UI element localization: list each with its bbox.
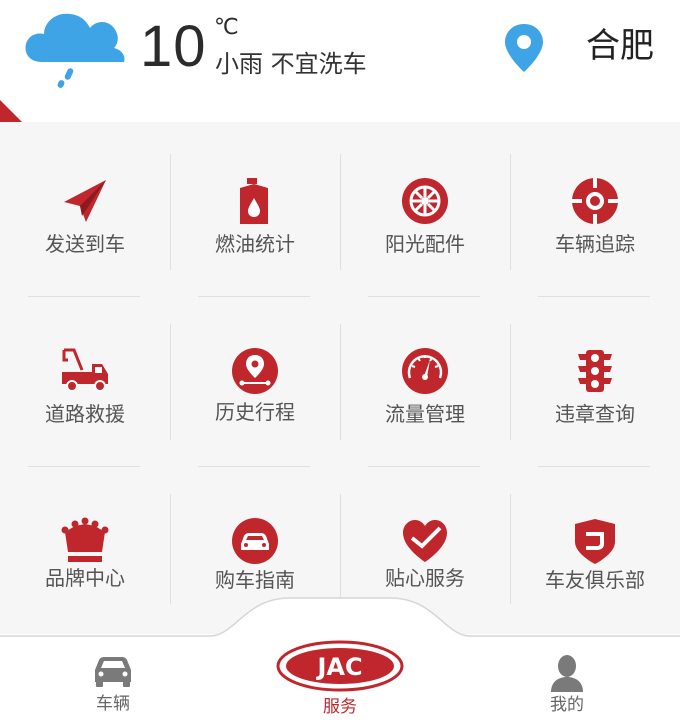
- route-pin-icon: [232, 348, 278, 394]
- nav-label: 服务: [323, 697, 357, 717]
- nav-label: 我的: [550, 695, 584, 715]
- target-icon: [572, 178, 618, 224]
- rain-cloud-icon: [25, 13, 125, 88]
- service-label: 发送到车: [45, 232, 125, 256]
- service-violation-query[interactable]: 违章查询: [510, 302, 680, 472]
- service-label: 车友俱乐部: [545, 568, 645, 592]
- weather-condition: 小雨 不宜洗车: [215, 50, 367, 78]
- wheel-icon: [402, 178, 448, 224]
- service-label: 流量管理: [385, 402, 465, 426]
- service-fuel-stats[interactable]: 燃油统计: [170, 132, 340, 302]
- gauge-icon: [402, 348, 448, 394]
- service-send-to-car[interactable]: 发送到车: [0, 132, 170, 302]
- service-label: 违章查询: [555, 402, 635, 426]
- nav-mine[interactable]: 我的: [524, 654, 610, 716]
- paper-plane-icon: [64, 180, 106, 222]
- user-icon: [551, 655, 583, 692]
- service-label: 贴心服务: [385, 566, 465, 590]
- crown-icon: [61, 517, 109, 562]
- car-circle-icon: [232, 518, 278, 564]
- bottom-nav: 车辆 JAC 服务 我的: [0, 596, 680, 725]
- service-grid: 发送到车 燃油统计 阳光配件 车辆追踪 道路救援 历史行程 流量管理 违章查询 …: [0, 122, 680, 634]
- service-parts[interactable]: 阳光配件: [340, 132, 510, 302]
- jac-logo: JAC: [276, 640, 404, 692]
- service-label: 道路救援: [45, 402, 125, 426]
- service-data-usage[interactable]: 流量管理: [340, 302, 510, 472]
- traffic-light-icon: [578, 350, 612, 392]
- service-label: 购车指南: [215, 568, 295, 592]
- location-pin-icon[interactable]: [502, 22, 546, 74]
- car-icon: [95, 657, 131, 687]
- club-shield-icon: [575, 519, 615, 564]
- temperature-value: 10: [140, 14, 207, 79]
- nav-label: 车辆: [96, 694, 130, 714]
- service-label: 车辆追踪: [555, 232, 635, 256]
- fuel-can-icon: [240, 178, 268, 224]
- service-trip-history[interactable]: 历史行程: [170, 302, 340, 472]
- nav-vehicle[interactable]: 车辆: [70, 654, 156, 715]
- tow-truck-icon: [62, 348, 108, 392]
- service-label: 历史行程: [215, 400, 295, 424]
- service-vehicle-tracking[interactable]: 车辆追踪: [510, 132, 680, 302]
- nav-service[interactable]: JAC 服务: [276, 640, 404, 718]
- service-label: 品牌中心: [45, 566, 125, 590]
- city-name[interactable]: 合肥: [586, 22, 654, 70]
- header: 10 ℃ 小雨 不宜洗车 合肥: [0, 0, 680, 122]
- service-label: 燃油统计: [215, 232, 295, 256]
- service-road-rescue[interactable]: 道路救援: [0, 302, 170, 472]
- corner-ribbon: [0, 100, 22, 122]
- jac-logo-text: JAC: [315, 653, 362, 681]
- temperature-unit: ℃: [214, 15, 239, 40]
- service-label: 阳光配件: [385, 232, 465, 256]
- heart-icon: [403, 520, 447, 562]
